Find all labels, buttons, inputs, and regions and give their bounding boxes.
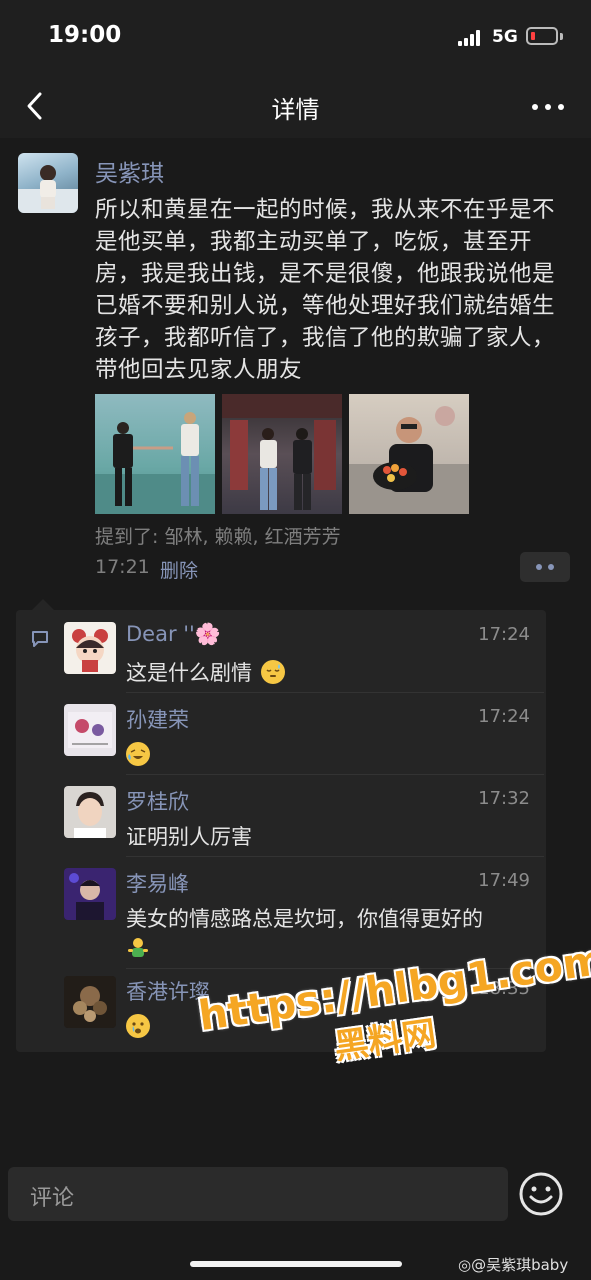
- commenter-name[interactable]: 孙建荣: [126, 704, 189, 734]
- avatar-image: [18, 165, 78, 213]
- post-photo-3[interactable]: [349, 394, 469, 514]
- post-photo-1[interactable]: [95, 394, 215, 514]
- comment-item[interactable]: 罗桂欣 17:32 证明别人厉害: [64, 786, 536, 849]
- comment-placeholder: 评论: [30, 1186, 75, 1211]
- divider: [126, 856, 544, 857]
- home-indicator[interactable]: [190, 1261, 402, 1267]
- comment-time: 17:32: [478, 788, 530, 809]
- green-figure-icon: [126, 936, 150, 960]
- author-name[interactable]: 吴紫琪: [95, 154, 164, 188]
- commenter-avatar[interactable]: [64, 786, 116, 838]
- comment-text: 证明别人厉害: [126, 825, 252, 849]
- back-button[interactable]: [22, 88, 52, 124]
- commenter-avatar[interactable]: [64, 976, 116, 1028]
- comment-text: [126, 740, 526, 770]
- battery-tip: [560, 33, 563, 40]
- crying-laughing-face-icon: [126, 742, 150, 766]
- nav-bar: 详情: [0, 76, 591, 138]
- mentioned-users[interactable]: 提到了: 邹林, 赖赖, 红酒芳芳: [95, 522, 341, 549]
- signal-icon: [458, 30, 484, 46]
- ellipsis-icon: [532, 104, 538, 110]
- weibo-icon: ◎: [458, 1256, 472, 1274]
- dots-icon: [536, 564, 542, 570]
- commenter-avatar[interactable]: [64, 622, 116, 674]
- commenter-name[interactable]: Dear ''🌸: [126, 622, 221, 647]
- comment-text-content: 这是什么剧情: [126, 661, 252, 685]
- post-photo-2[interactable]: [222, 394, 342, 514]
- commenter-name[interactable]: 罗桂欣: [126, 786, 189, 816]
- sleepy-face-icon: [260, 660, 285, 684]
- delete-link[interactable]: 删除: [160, 556, 198, 583]
- footer-credit: ◎@吴紫琪baby: [458, 1254, 568, 1275]
- page-title: 详情: [271, 96, 320, 124]
- chevron-left-icon: [27, 92, 42, 120]
- comment-text: 这是什么剧情: [126, 658, 526, 688]
- comment-item[interactable]: Dear ''🌸 17:24 这是什么剧情: [64, 622, 536, 685]
- status-time: 19:00: [48, 22, 122, 48]
- author-avatar[interactable]: [18, 153, 78, 213]
- comment-input[interactable]: 评论: [8, 1167, 508, 1221]
- post-text: 所以和黄星在一起的时候，我从来不在乎是不是他买单，我都主动买单了，吃饭，甚至开房…: [95, 197, 556, 383]
- like-comment-button[interactable]: [520, 552, 570, 582]
- comment-text-content: 美女的情感路总是坎坷，你值得更好的: [126, 907, 483, 931]
- commenter-avatar[interactable]: [64, 868, 116, 920]
- comment-time: 17:24: [478, 624, 530, 645]
- crying-face-icon: [126, 1014, 150, 1038]
- divider: [126, 774, 544, 775]
- more-button[interactable]: [528, 98, 568, 116]
- post-time: 17:21: [95, 556, 150, 578]
- comment-item[interactable]: 孙建荣 17:24: [64, 704, 536, 766]
- panel-arrow: [32, 599, 54, 610]
- comment-time: 17:49: [478, 870, 530, 891]
- comment-icon: [32, 631, 48, 647]
- comment-time: 17:24: [478, 706, 530, 727]
- divider: [126, 692, 544, 693]
- commenter-name[interactable]: 李易峰: [126, 868, 189, 898]
- smiley-icon: [519, 1172, 563, 1216]
- status-bar: 19:00 5G: [0, 0, 591, 76]
- comment-item[interactable]: 李易峰 17:49 美女的情感路总是坎坷，你值得更好的: [64, 868, 536, 960]
- emoji-button[interactable]: [518, 1171, 564, 1217]
- battery-icon: [526, 27, 558, 45]
- network-type: 5G: [492, 27, 518, 47]
- footer-credit-text: @吴紫琪baby: [471, 1256, 569, 1274]
- commenter-avatar[interactable]: [64, 704, 116, 756]
